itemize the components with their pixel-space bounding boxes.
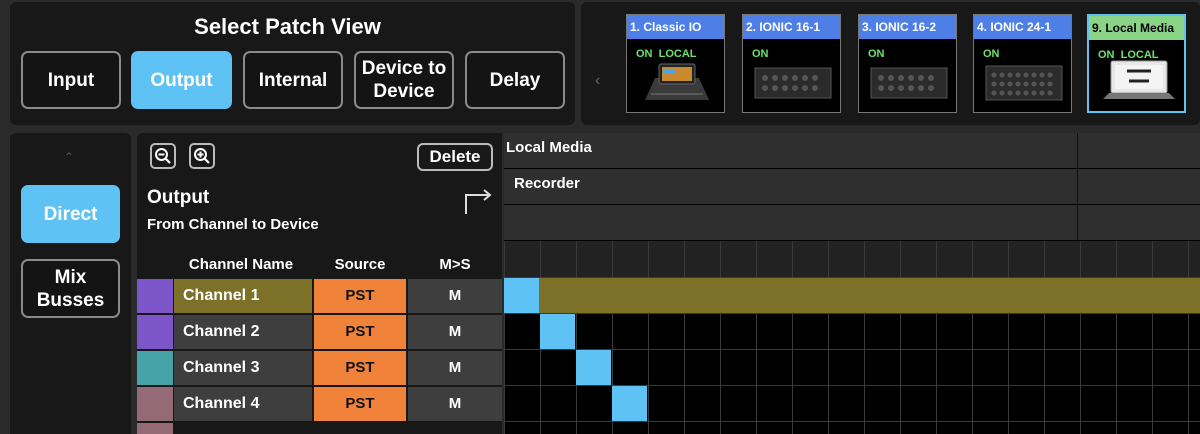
device-to-device-view-button[interactable]: Device to Device: [354, 51, 454, 109]
device-tile-label: 1. Classic IO: [627, 15, 724, 39]
channel-color-swatch: [137, 387, 173, 421]
patch-matrix: Local Media Recorder 1234567891011121314…: [504, 133, 1200, 434]
mixing-console-icon: [645, 63, 709, 100]
source-cell[interactable]: PST: [314, 315, 406, 349]
channel-name: Channel 4: [174, 387, 312, 421]
patch-point[interactable]: [504, 278, 539, 313]
device-tile-ionic-16-2[interactable]: 3. IONIC 16-2 ON: [858, 14, 957, 113]
device-tile-label: 2. IONIC 16-1: [743, 15, 840, 39]
empty-header-band: [504, 205, 1200, 240]
table-row[interactable]: Channel 1 PST M: [137, 279, 502, 313]
output-view-button[interactable]: Output: [131, 51, 232, 109]
patch-point[interactable]: [540, 314, 575, 349]
laptop-icon: [1103, 60, 1175, 99]
device-tile-label: 4. IONIC 24-1: [974, 15, 1071, 39]
zoom-in-button[interactable]: [189, 143, 215, 169]
device-status: ON: [983, 48, 1000, 60]
ms-cell[interactable]: M: [408, 351, 502, 385]
channel-color-swatch: [137, 423, 173, 434]
patch-point[interactable]: [576, 350, 611, 385]
device-tile-label: 3. IONIC 16-2: [859, 15, 956, 39]
device-tile-ionic-24-1[interactable]: 4. IONIC 24-1 ON: [973, 14, 1072, 113]
stage-box-icon: [870, 67, 948, 99]
table-row[interactable]: Channel 2 PST M: [137, 315, 502, 349]
device-tile-label: 9. Local Media: [1089, 16, 1184, 40]
channel-name: Channel 1: [174, 279, 312, 313]
patch-view-title: Select Patch View: [194, 14, 381, 39]
delete-button[interactable]: Delete: [417, 143, 493, 171]
device-status: ON: [752, 48, 769, 60]
channel-name: Channel 2: [174, 315, 312, 349]
grid-line: [684, 241, 685, 434]
stage-box-icon: [754, 67, 832, 99]
matrix-group-label: Recorder: [514, 175, 580, 192]
scroll-up-icon[interactable]: ⌃: [64, 150, 74, 164]
source-cell[interactable]: PST: [314, 387, 406, 421]
grid-line: [720, 241, 721, 434]
grid-line: [648, 241, 649, 434]
device-tile-classic-io[interactable]: 1. Classic IO ON LOCAL: [626, 14, 725, 113]
device-tile-ionic-16-1[interactable]: 2. IONIC 16-1 ON: [742, 14, 841, 113]
internal-view-button[interactable]: Internal: [243, 51, 343, 109]
grid-line: [1080, 241, 1081, 434]
direct-button[interactable]: Direct: [21, 185, 120, 243]
patch-point[interactable]: [612, 386, 647, 421]
input-view-button[interactable]: Input: [21, 51, 121, 109]
channel-color-swatch: [137, 279, 173, 313]
group-header-band: Recorder: [504, 169, 1200, 204]
output-title: Output: [147, 187, 210, 208]
route-arrow-icon[interactable]: [463, 186, 495, 216]
highlighted-row-band: [504, 278, 1200, 313]
output-subtitle: From Channel to Device: [147, 216, 319, 233]
matrix-device-label: Local Media: [506, 139, 592, 156]
grid-line: [1008, 241, 1009, 434]
channel-color-swatch: [137, 351, 173, 385]
channel-name: Channel 3: [174, 351, 312, 385]
header-divider: [1077, 133, 1078, 241]
grid-line: [504, 313, 1200, 314]
device-tile-local-media[interactable]: 9. Local Media ON LOCAL: [1087, 14, 1186, 113]
device-status: ON: [868, 48, 885, 60]
column-header-source: Source: [334, 256, 386, 273]
grid-line: [1188, 241, 1189, 434]
zoom-in-icon: [194, 148, 210, 164]
table-row[interactable]: Channel 3 PST M: [137, 351, 502, 385]
grid-line: [900, 241, 901, 434]
ms-cell[interactable]: M: [408, 387, 502, 421]
zoom-out-icon: [155, 148, 171, 164]
grid-line: [792, 241, 793, 434]
source-cell[interactable]: PST: [314, 351, 406, 385]
mix-busses-button[interactable]: Mix Busses: [21, 259, 120, 318]
device-status: ON LOCAL: [636, 48, 697, 60]
grid-line: [936, 241, 937, 434]
ms-cell[interactable]: M: [408, 315, 502, 349]
scroll-left-icon[interactable]: ‹: [595, 72, 600, 90]
source-cell[interactable]: PST: [314, 279, 406, 313]
grid-line: [828, 241, 829, 434]
grid-line: [576, 241, 577, 434]
grid-line: [1116, 241, 1117, 434]
zoom-out-button[interactable]: [150, 143, 176, 169]
grid-line: [1152, 241, 1153, 434]
column-header-channel-name: Channel Name: [188, 256, 294, 273]
delay-view-button[interactable]: Delay: [465, 51, 565, 109]
ms-cell[interactable]: M: [408, 279, 502, 313]
grid-line: [1044, 241, 1045, 434]
grid-line: [972, 241, 973, 434]
column-number-band: [504, 241, 1200, 278]
stage-box-icon: [985, 65, 1063, 101]
grid-line: [504, 421, 1200, 422]
column-header-ms: M>S: [439, 256, 471, 273]
grid-line: [864, 241, 865, 434]
grid-line: [504, 241, 505, 434]
grid-line: [504, 385, 1200, 386]
table-row[interactable]: Channel 4 PST M: [137, 387, 502, 421]
grid-line: [756, 241, 757, 434]
channel-color-swatch: [137, 315, 173, 349]
device-header-band: Local Media: [504, 133, 1200, 168]
